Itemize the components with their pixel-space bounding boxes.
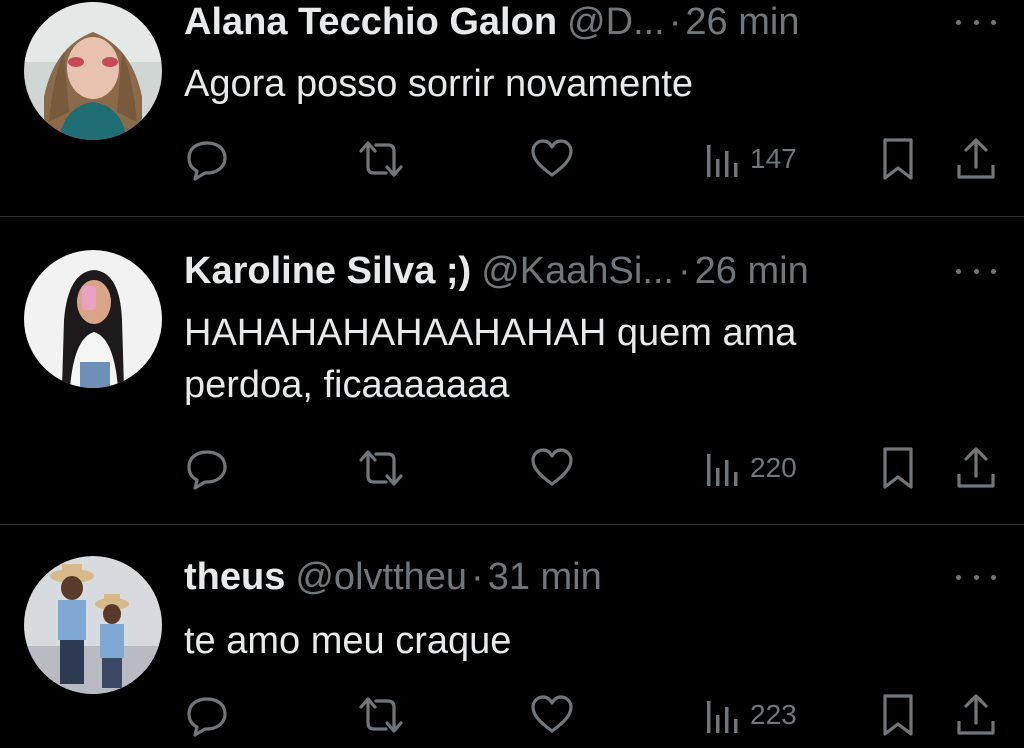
- views-button[interactable]: 220: [704, 446, 797, 490]
- tweet-item[interactable]: Alana Tecchio Galon @D... · 26 min Agora…: [0, 0, 1024, 216]
- bookmark-icon: [883, 138, 913, 180]
- like-button[interactable]: [530, 137, 574, 181]
- bookmark-button[interactable]: [880, 693, 916, 737]
- retweet-icon: [359, 141, 403, 177]
- display-name[interactable]: Alana Tecchio Galon: [184, 0, 557, 46]
- user-handle[interactable]: @olvttheu: [295, 553, 467, 601]
- views-bar-chart-icon: [707, 145, 738, 177]
- heart-icon: [531, 448, 573, 486]
- separator-dot: ·: [668, 1, 682, 43]
- retweet-button[interactable]: [356, 137, 406, 181]
- share-button[interactable]: [954, 137, 998, 181]
- like-button[interactable]: [530, 446, 574, 490]
- reply-icon: [187, 697, 227, 737]
- views-button[interactable]: 147: [704, 137, 797, 181]
- reply-button[interactable]: [184, 693, 230, 737]
- more-dots-icon[interactable]: [956, 261, 996, 281]
- like-button[interactable]: [530, 693, 574, 737]
- tweet-item[interactable]: theus @olvttheu · 31 min te amo meu craq…: [0, 525, 1024, 748]
- bookmark-icon: [883, 694, 913, 736]
- bookmark-button[interactable]: [880, 446, 916, 490]
- timestamp[interactable]: 26 min: [685, 0, 799, 46]
- tweet-text: Agora posso sorrir novamente: [184, 63, 694, 105]
- display-name[interactable]: theus: [184, 553, 285, 601]
- views-count: 223: [750, 699, 797, 730]
- share-icon: [957, 447, 995, 488]
- tweet-item[interactable]: Karoline Silva ;) @KaahSi... · 26 min HA…: [0, 217, 1024, 524]
- avatar-alana[interactable]: [24, 2, 162, 140]
- share-button[interactable]: [954, 446, 998, 490]
- retweet-icon: [359, 450, 403, 486]
- avatar-theus[interactable]: [24, 556, 162, 694]
- share-icon: [957, 138, 995, 179]
- views-bar-chart-icon: [707, 701, 738, 733]
- views-count: 147: [750, 143, 797, 174]
- tweet-text: HAHAHAHAHAAHAHAH quem ama perdoa, ficaaa…: [184, 312, 797, 406]
- more-dots-icon[interactable]: [956, 567, 996, 587]
- bookmark-button[interactable]: [880, 137, 916, 181]
- tweet-header: theus @olvttheu · 31 min: [184, 553, 914, 601]
- tweet-text: te amo meu craque: [184, 620, 512, 662]
- retweet-button[interactable]: [356, 446, 406, 490]
- user-handle[interactable]: @KaahSi...: [481, 247, 674, 295]
- bookmark-icon: [883, 447, 913, 489]
- reply-icon: [187, 141, 227, 181]
- heart-icon: [531, 695, 573, 733]
- share-button[interactable]: [954, 693, 998, 737]
- avatar-karoline[interactable]: [24, 250, 162, 388]
- separator-dot: ·: [678, 250, 691, 292]
- action-bar: 220: [0, 446, 1024, 490]
- views-count: 220: [750, 452, 797, 483]
- tweet-header: Alana Tecchio Galon @D... · 26 min: [184, 0, 914, 46]
- reply-button[interactable]: [184, 446, 230, 490]
- timestamp[interactable]: 31 min: [488, 553, 602, 601]
- timestamp[interactable]: 26 min: [695, 247, 809, 295]
- more-dots-icon[interactable]: [956, 12, 996, 32]
- reply-button[interactable]: [184, 137, 230, 181]
- heart-icon: [531, 139, 573, 177]
- separator-dot: ·: [471, 556, 484, 598]
- display-name[interactable]: Karoline Silva ;): [184, 247, 471, 295]
- share-icon: [957, 694, 995, 735]
- action-bar: 223: [0, 693, 1024, 737]
- tweet-header: Karoline Silva ;) @KaahSi... · 26 min: [184, 247, 914, 295]
- reply-icon: [187, 450, 227, 490]
- action-bar: 147: [0, 137, 1024, 181]
- retweet-button[interactable]: [356, 693, 406, 737]
- views-button[interactable]: 223: [704, 693, 797, 737]
- retweet-icon: [359, 697, 403, 733]
- user-handle[interactable]: @D...: [567, 0, 665, 46]
- views-bar-chart-icon: [707, 454, 738, 486]
